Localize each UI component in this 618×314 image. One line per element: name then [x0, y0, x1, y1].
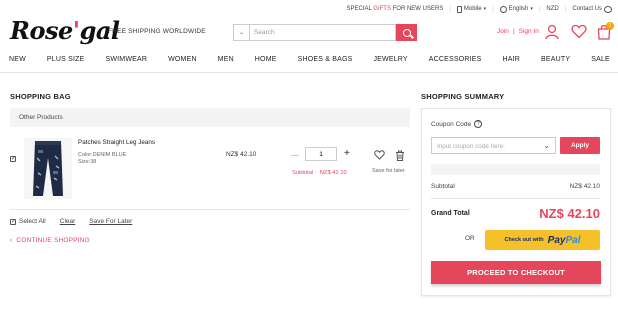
nav-item-beauty[interactable]: BEAUTY — [541, 56, 570, 70]
nav-item-sale[interactable]: SALE — [591, 56, 610, 70]
nav-item-shoes-bags[interactable]: SHOES & BAGS — [298, 56, 353, 70]
continue-shopping-link[interactable]: ‹ CONTINUE SHOPPING — [10, 237, 90, 244]
nav-divider — [0, 72, 618, 73]
nav-item-women[interactable]: WOMEN — [168, 56, 197, 70]
mobile-link[interactable]: Mobile ▾ — [456, 5, 487, 13]
nav-item-home[interactable]: HOME — [255, 56, 277, 70]
grand-total-value: NZ$ 42.10 — [539, 206, 600, 221]
chevron-down-icon: ▾ — [483, 6, 487, 12]
main-nav: NEW PLUS SIZE SWIMWEAR WOMEN MEN HOME SH… — [0, 56, 618, 70]
summary-title: SHOPPING SUMMARY — [421, 92, 505, 101]
nav-item-swimwear[interactable]: SWIMWEAR — [105, 56, 147, 70]
row-divider — [10, 209, 410, 210]
mobile-icon — [456, 5, 462, 13]
summary-divider — [431, 198, 600, 199]
chevron-down-icon: ▾ — [530, 6, 533, 12]
contact-link[interactable]: Contact Us — [572, 5, 612, 13]
bag-actions: ✓ Select All Clear Save For Later — [10, 218, 132, 225]
select-all-label[interactable]: Select All — [19, 218, 46, 225]
nav-item-new[interactable]: NEW — [9, 56, 26, 70]
account-links: Join | Sign In — [497, 28, 539, 35]
user-icon[interactable] — [545, 24, 559, 40]
product-thumbnail[interactable] — [24, 138, 72, 199]
save-heart-icon[interactable] — [374, 150, 385, 160]
clear-link[interactable]: Clear — [60, 218, 76, 225]
nav-item-plus-size[interactable]: PLUS SIZE — [47, 56, 85, 70]
quantity-decrease-button[interactable]: — — [291, 151, 299, 160]
search-icon — [402, 28, 411, 37]
coupon-input[interactable]: Input coupon code here: ⌄ — [431, 137, 556, 154]
currency-selector[interactable]: NZD — [546, 6, 558, 12]
subtotal-label: Subtotal — [431, 183, 455, 190]
product-name[interactable]: Patches Straight Leg Jeans — [78, 139, 155, 146]
unit-price: NZ$ 42.10 — [226, 151, 257, 158]
search-input[interactable] — [249, 24, 396, 41]
chevron-down-icon: ⌄ — [543, 141, 550, 150]
nav-item-hair[interactable]: HAIR — [503, 56, 521, 70]
apply-coupon-button[interactable]: Apply — [560, 137, 600, 154]
search-bar: ⌄ — [233, 24, 417, 41]
join-link[interactable]: Join — [497, 28, 509, 35]
item-subtotal: Subtotal : NZ$ 42.10 — [292, 170, 347, 176]
logo[interactable]: Rose'gal — [10, 16, 120, 45]
nav-item-accessories[interactable]: ACCESSORIES — [429, 56, 482, 70]
product-size: Size:38 — [78, 159, 97, 165]
quantity-increase-button[interactable]: + — [344, 148, 350, 159]
nav-item-men[interactable]: MEN — [218, 56, 234, 70]
save-for-later-link[interactable]: Save For Later — [89, 218, 132, 225]
cart-count-badge: 1 — [606, 22, 614, 30]
sign-in-link[interactable]: Sign In — [519, 28, 539, 35]
select-all-checkbox[interactable]: ✓ — [10, 218, 16, 225]
wishlist-heart-icon[interactable] — [571, 24, 587, 39]
item-checkbox[interactable]: ✓ — [10, 156, 16, 162]
quantity-input[interactable] — [305, 147, 337, 161]
promo-text[interactable]: SPECIAL GIFTS FOR NEW USERS — [347, 6, 444, 12]
free-shipping-text: FREE SHIPPING WORLDWIDE — [108, 28, 206, 35]
help-icon[interactable]: ? — [474, 120, 483, 128]
proceed-to-checkout-button[interactable]: PROCEED TO CHECKOUT — [431, 261, 601, 284]
paypal-logo: PayPal — [547, 234, 581, 246]
nav-item-jewelry[interactable]: JEWELRY — [373, 56, 407, 70]
section-header: Other Products — [10, 108, 410, 127]
paypal-checkout-button[interactable]: Check out with PayPal — [485, 230, 600, 250]
chat-icon — [604, 5, 612, 13]
summary-info-strip — [431, 164, 600, 175]
globe-icon — [499, 5, 507, 13]
shopping-bag-title: SHOPPING BAG — [10, 92, 71, 101]
coupon-label: Coupon Code? — [431, 120, 483, 128]
save-for-later-label[interactable]: Save for later — [372, 168, 405, 174]
trash-icon[interactable] — [395, 150, 405, 161]
grand-total-label: Grand Total — [431, 210, 470, 217]
search-category-dropdown[interactable]: ⌄ — [233, 24, 249, 41]
language-selector[interactable]: English ▾ — [499, 5, 533, 13]
utility-bar: SPECIAL GIFTS FOR NEW USERS | Mobile ▾ | … — [347, 4, 612, 14]
product-color: Color:DENIM BLUE — [78, 152, 127, 158]
subtotal-value: NZ$ 42.10 — [569, 183, 600, 190]
chevron-down-icon: ⌄ — [238, 30, 245, 36]
or-label: OR — [465, 235, 475, 242]
chevron-left-icon: ‹ — [10, 237, 13, 244]
search-button[interactable] — [396, 24, 417, 41]
